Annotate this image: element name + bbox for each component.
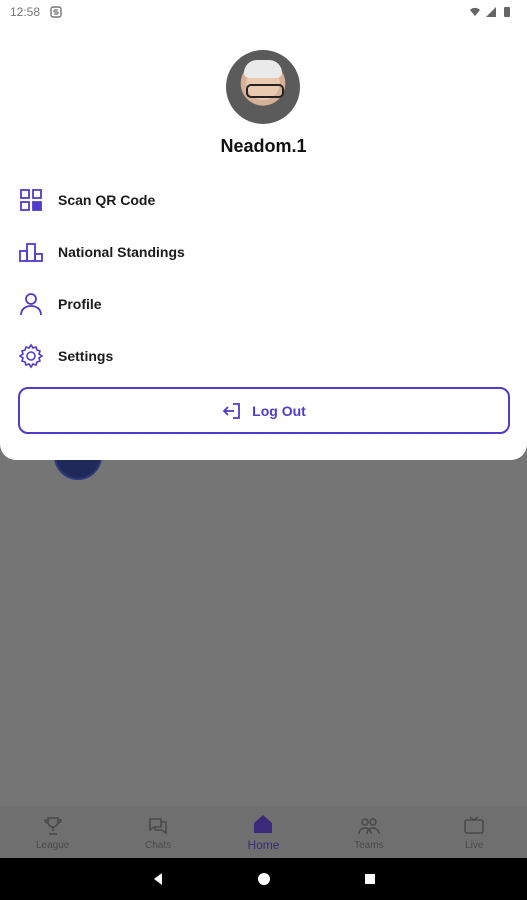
wifi-icon xyxy=(470,7,480,16)
status-bar: 12:58 xyxy=(0,0,527,24)
signal-icon xyxy=(486,7,496,17)
trophy-icon xyxy=(43,816,62,835)
drawer-menu: Scan QR Code National Standings Profile … xyxy=(18,174,508,382)
menu-label-settings: Settings xyxy=(58,348,114,364)
menu-item-profile[interactable]: Profile xyxy=(18,278,508,330)
logout-button[interactable]: Log Out xyxy=(18,387,510,434)
nav-label-live: Live xyxy=(465,839,484,851)
bottom-navigation: League Chats Home Teams Live xyxy=(0,806,527,858)
standings-icon xyxy=(19,243,43,262)
tv-icon xyxy=(464,815,485,834)
system-navigation-bar xyxy=(0,858,527,900)
profile-drawer: 12:58 Neadom.1 Scan QR Code National Sta… xyxy=(0,0,527,460)
avatar[interactable] xyxy=(226,50,300,124)
menu-item-national-standings[interactable]: National Standings xyxy=(18,226,508,278)
menu-item-scan-qr[interactable]: Scan QR Code xyxy=(18,174,508,226)
nav-label-teams: Teams xyxy=(354,839,384,851)
home-circle-icon[interactable] xyxy=(256,871,272,887)
menu-label-profile: Profile xyxy=(58,296,102,312)
teams-icon xyxy=(358,817,380,834)
nav-label-home: Home xyxy=(247,838,280,852)
menu-label-scan-qr: Scan QR Code xyxy=(58,192,156,208)
nav-league[interactable]: League xyxy=(13,814,93,851)
nav-home[interactable]: Home xyxy=(223,812,303,852)
status-time: 12:58 xyxy=(10,5,41,19)
menu-label-national-standings: National Standings xyxy=(58,244,185,260)
nav-chats[interactable]: Chats xyxy=(118,814,198,851)
menu-item-settings[interactable]: Settings xyxy=(18,330,508,382)
nav-teams[interactable]: Teams xyxy=(329,814,409,851)
battery-icon xyxy=(504,7,510,17)
gear-icon xyxy=(18,343,44,369)
logout-icon xyxy=(222,402,241,419)
nav-label-league: League xyxy=(36,839,70,851)
chat-icon xyxy=(149,817,167,835)
nav-live[interactable]: Live xyxy=(434,814,514,851)
username: Neadom.1 xyxy=(220,136,307,156)
user-icon xyxy=(20,293,42,316)
s-icon xyxy=(50,6,62,18)
logout-label: Log Out xyxy=(252,402,306,419)
nav-label-chats: Chats xyxy=(145,839,172,851)
home-icon xyxy=(254,815,273,833)
qr-code-icon xyxy=(20,189,42,211)
back-icon[interactable] xyxy=(150,871,166,887)
recents-icon[interactable] xyxy=(362,871,378,887)
